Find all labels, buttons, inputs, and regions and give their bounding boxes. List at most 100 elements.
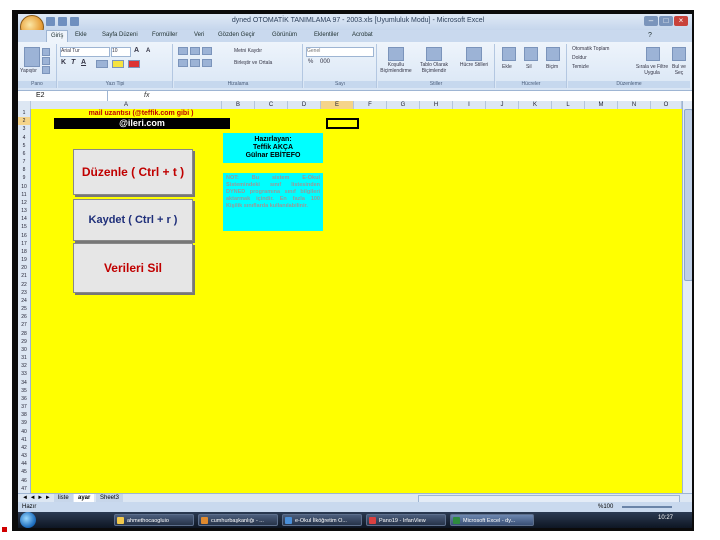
row-header[interactable]: 32 bbox=[18, 362, 30, 370]
format-table-icon[interactable] bbox=[426, 47, 442, 61]
row-header[interactable]: 3 bbox=[18, 125, 30, 133]
close-icon[interactable]: × bbox=[674, 16, 688, 26]
row-header[interactable]: 14 bbox=[18, 215, 30, 223]
conditional-format-icon[interactable] bbox=[388, 47, 404, 61]
worksheet-grid[interactable]: mail uzantısı (@teffik.com gibi ) @ileri… bbox=[31, 109, 682, 493]
font-size-select[interactable]: 10 bbox=[111, 47, 131, 57]
active-cell-e2[interactable] bbox=[326, 118, 359, 129]
font-name-select[interactable]: Arial Tur bbox=[60, 47, 110, 57]
row-header[interactable]: 39 bbox=[18, 419, 30, 427]
row-header[interactable]: 5 bbox=[18, 142, 30, 150]
align-center-icon[interactable] bbox=[190, 59, 200, 67]
row-header[interactable]: 16 bbox=[18, 232, 30, 240]
format-painter-icon[interactable] bbox=[42, 66, 50, 74]
delete-cells-icon[interactable] bbox=[524, 47, 538, 61]
column-header[interactable]: E bbox=[321, 101, 354, 109]
insert-cells-icon[interactable] bbox=[502, 47, 516, 61]
row-header[interactable]: 15 bbox=[18, 223, 30, 231]
row-header[interactable]: 43 bbox=[18, 452, 30, 460]
column-header[interactable]: L bbox=[552, 101, 585, 109]
row-header[interactable]: 47 bbox=[18, 485, 30, 493]
formula-input[interactable] bbox=[158, 91, 680, 101]
italic-icon[interactable]: T bbox=[71, 59, 75, 66]
tab-gozden-gecir[interactable]: Gözden Geçir bbox=[218, 32, 255, 38]
align-top-icon[interactable] bbox=[178, 47, 188, 55]
maximize-icon[interactable]: □ bbox=[659, 16, 673, 26]
edit-button[interactable]: Düzenle ( Ctrl + t ) bbox=[73, 149, 193, 195]
row-header[interactable]: 46 bbox=[18, 477, 30, 485]
insert-cells-button[interactable]: Ekle bbox=[502, 64, 512, 70]
row-header[interactable]: 11 bbox=[18, 191, 30, 199]
row-header[interactable]: 7 bbox=[18, 158, 30, 166]
cut-icon[interactable] bbox=[42, 48, 50, 56]
row-header[interactable]: 8 bbox=[18, 166, 30, 174]
wrap-text-button[interactable]: Metni Kaydır bbox=[234, 48, 262, 54]
tab-giris[interactable]: Giriş bbox=[46, 30, 69, 42]
row-header[interactable]: 42 bbox=[18, 444, 30, 452]
scroll-thumb[interactable] bbox=[684, 109, 692, 281]
borders-icon[interactable] bbox=[96, 60, 108, 68]
row-header[interactable]: 4 bbox=[18, 134, 30, 142]
column-header[interactable]: C bbox=[255, 101, 288, 109]
align-middle-icon[interactable] bbox=[190, 47, 200, 55]
column-header[interactable]: B bbox=[222, 101, 255, 109]
row-header[interactable]: 28 bbox=[18, 330, 30, 338]
sort-filter-button[interactable]: Sırala ve Filtre Uygula bbox=[632, 64, 672, 76]
column-header[interactable]: D bbox=[288, 101, 321, 109]
align-right-icon[interactable] bbox=[202, 59, 212, 67]
fx-icon[interactable]: fx bbox=[144, 91, 149, 101]
column-header[interactable]: G bbox=[387, 101, 420, 109]
tab-veri[interactable]: Veri bbox=[194, 32, 204, 38]
row-header[interactable]: 9 bbox=[18, 174, 30, 182]
row-header[interactable]: 30 bbox=[18, 346, 30, 354]
help-icon[interactable]: ? bbox=[648, 32, 652, 39]
row-header[interactable]: 17 bbox=[18, 240, 30, 248]
taskbar-item[interactable]: cumhurbaşkanlığı - ... bbox=[198, 514, 278, 526]
vertical-scrollbar[interactable] bbox=[682, 101, 692, 493]
save-icon[interactable] bbox=[46, 17, 55, 26]
row-header[interactable]: 45 bbox=[18, 468, 30, 476]
domain-cell[interactable]: @ileri.com bbox=[54, 118, 230, 129]
column-header[interactable]: O bbox=[651, 101, 682, 109]
merge-center-button[interactable]: Birleştir ve Ortala bbox=[234, 60, 272, 66]
percent-icon[interactable]: % bbox=[308, 59, 313, 65]
save-button[interactable]: Kaydet ( Ctrl + r ) bbox=[73, 199, 193, 241]
sort-filter-icon[interactable] bbox=[646, 47, 660, 61]
format-table-button[interactable]: Tablo Olarak Biçimlendir bbox=[416, 62, 452, 74]
taskbar-item[interactable]: ahmethocaogluio bbox=[114, 514, 194, 526]
comma-icon[interactable]: 000 bbox=[320, 59, 330, 65]
conditional-format-button[interactable]: Koşullu Biçimlendirme bbox=[378, 62, 414, 74]
row-header[interactable]: 21 bbox=[18, 272, 30, 280]
delete-data-button[interactable]: Verileri Sil bbox=[73, 243, 193, 293]
row-header[interactable]: 36 bbox=[18, 395, 30, 403]
cell-styles-icon[interactable] bbox=[466, 47, 482, 61]
row-header[interactable]: 12 bbox=[18, 199, 30, 207]
tab-gorunum[interactable]: Görünüm bbox=[272, 32, 297, 38]
row-header[interactable]: 29 bbox=[18, 338, 30, 346]
row-header[interactable]: 24 bbox=[18, 297, 30, 305]
tab-sayfa-duzeni[interactable]: Sayfa Düzeni bbox=[102, 32, 138, 38]
zoom-slider[interactable] bbox=[622, 506, 672, 508]
tab-ekle[interactable]: Ekle bbox=[75, 32, 87, 38]
column-header[interactable]: M bbox=[585, 101, 618, 109]
find-select-icon[interactable] bbox=[672, 47, 686, 61]
row-header[interactable]: 22 bbox=[18, 281, 30, 289]
fill-color-icon[interactable] bbox=[112, 60, 124, 68]
paste-button[interactable]: Yapıştır bbox=[20, 68, 37, 74]
row-header[interactable]: 23 bbox=[18, 289, 30, 297]
format-cells-button[interactable]: Biçim bbox=[546, 64, 558, 70]
tab-eklentiler[interactable]: Eklentiler bbox=[314, 32, 339, 38]
cell-styles-button[interactable]: Hücre Stilleri bbox=[456, 62, 492, 68]
column-header[interactable]: N bbox=[618, 101, 651, 109]
clear-button[interactable]: Temizle bbox=[572, 64, 589, 70]
taskbar-item[interactable]: Pano19 - IrfanView bbox=[366, 514, 446, 526]
row-header[interactable]: 13 bbox=[18, 207, 30, 215]
row-header[interactable]: 41 bbox=[18, 436, 30, 444]
font-color-icon[interactable] bbox=[128, 60, 140, 68]
shrink-font-icon[interactable]: A bbox=[146, 48, 150, 54]
row-header[interactable]: 34 bbox=[18, 379, 30, 387]
row-header[interactable]: 6 bbox=[18, 150, 30, 158]
align-left-icon[interactable] bbox=[178, 59, 188, 67]
underline-icon[interactable]: A bbox=[81, 59, 86, 66]
redo-icon[interactable] bbox=[70, 17, 79, 26]
